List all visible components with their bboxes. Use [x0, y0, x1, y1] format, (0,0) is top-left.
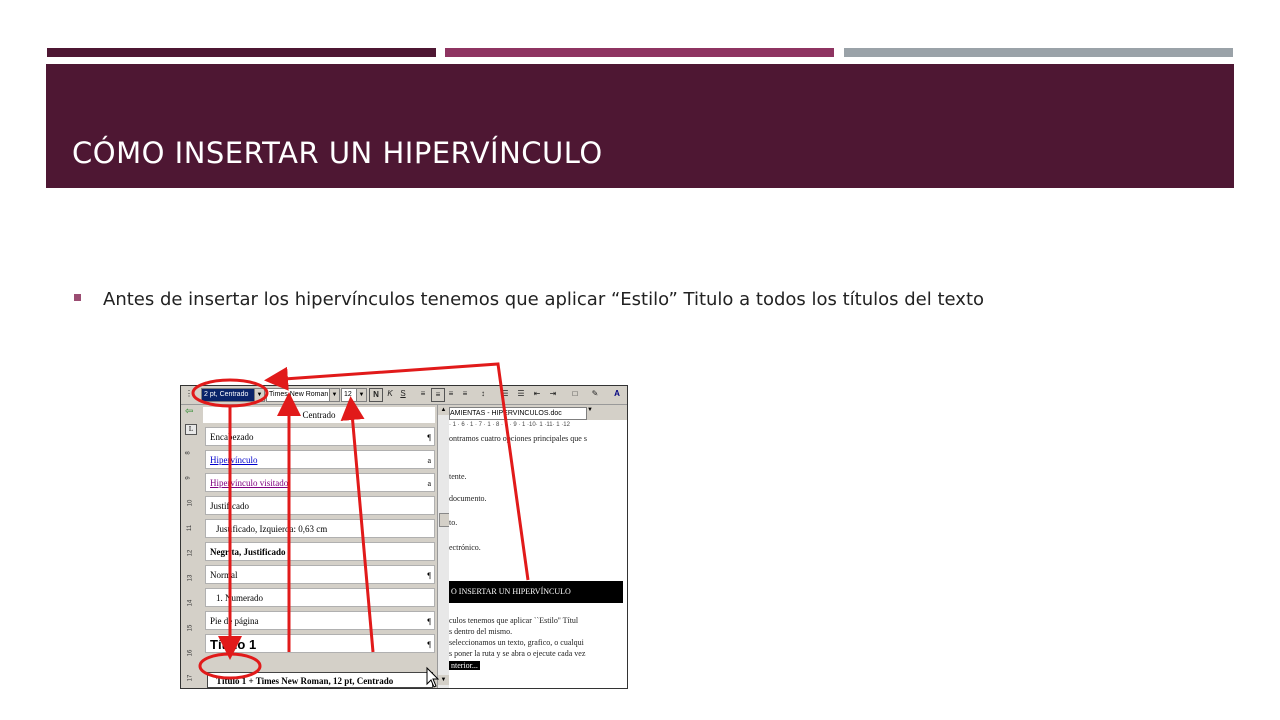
style-selected-row[interactable]: Título 1 + Times New Roman, 12 pt, Centr… [207, 672, 433, 688]
style-type-icon: a [427, 456, 431, 465]
scroll-down-icon[interactable]: ▼ [438, 675, 449, 685]
doc-line: tente. [449, 472, 467, 481]
ruler-number: 16 [187, 649, 194, 657]
doc-line: documento. [449, 494, 487, 503]
style-item-label: Título 1 [210, 637, 257, 652]
style-type-icon: ¶ [427, 640, 431, 649]
style-list-item[interactable]: Normal ¶ [205, 565, 435, 584]
bullet-item: Antes de insertar los hipervínculos tene… [74, 289, 984, 310]
bullet-icon [74, 293, 81, 301]
doc-line: s dentro del mismo. [449, 627, 513, 636]
style-type-icon: a [427, 479, 431, 488]
doc-line: culos tenemos que aplicar ``Estilo'' Tít… [449, 616, 579, 625]
ruler-number: 10 [187, 499, 194, 507]
doc-line: ectrónico. [449, 543, 481, 552]
style-list-item[interactable]: Hipervínculo a [205, 450, 435, 469]
scroll-up-icon[interactable]: ▲ [438, 405, 449, 415]
style-list-scrollbar[interactable]: ▲ ▼ [437, 405, 450, 688]
style-dropdown-list[interactable]: Centrado Encabezado ¶ Hipervínculo a Hiperví… [203, 405, 438, 688]
style-item-label: Encabezado [210, 432, 254, 442]
ruler-number: 12 [187, 549, 194, 557]
style-list-item[interactable]: Justificado, Izquierda: 0,63 cm [205, 519, 435, 538]
style-item-label: Hipervínculo visitado [210, 478, 289, 488]
style-type-icon: ¶ [427, 433, 431, 442]
line-spacing-icon[interactable]: ↕ [477, 388, 489, 400]
slide-title: CÓMO INSERTAR UN HIPERVÍNCULO [72, 136, 603, 170]
document-area: · 1 · 6 · 1 · 7 · 1 · 8 · 1 · 9 · 1 ·10·… [449, 420, 627, 688]
increase-indent-icon[interactable]: ⇥ [547, 388, 559, 400]
accent-bar-1 [47, 48, 436, 57]
border-icon[interactable]: □ [569, 388, 581, 400]
doc-heading: O INSERTAR UN HIPERVÍNCULO [449, 581, 623, 603]
formatting-toolbar: ⋮ 2 pt, Centrado ▼ Times New Roman ▼ 12 … [181, 386, 627, 405]
style-list-header[interactable]: Centrado [203, 407, 435, 423]
style-type-icon: ¶ [427, 571, 431, 580]
decrease-indent-icon[interactable]: ⇤ [531, 388, 543, 400]
size-dropdown-icon[interactable]: ▼ [356, 388, 367, 402]
ruler-number: 14 [187, 599, 194, 607]
font-color-icon[interactable]: A [611, 388, 623, 400]
ruler-number: 17 [187, 674, 194, 682]
style-item-label: 1. Numerado [216, 593, 263, 603]
style-list-item[interactable]: Negrita, Justificado [205, 542, 435, 561]
align-right-icon[interactable]: ≡ [445, 388, 457, 400]
style-dropdown-icon[interactable]: ▼ [254, 388, 265, 402]
highlight-icon[interactable]: ✎ [589, 388, 601, 400]
style-item-label: Normal [210, 570, 238, 580]
bullet-text: Antes de insertar los hipervínculos tene… [103, 289, 985, 310]
accent-bar-2 [445, 48, 834, 57]
style-type-icon: ¶ [427, 617, 431, 626]
style-item-label: Justificado, Izquierda: 0,63 cm [216, 524, 328, 534]
doc-line: s poner la ruta y se abra o ejecute cada… [449, 649, 586, 658]
ruler-number: 13 [187, 574, 194, 582]
toolbar-grip-icon: ⋮ [185, 389, 193, 398]
title-band: CÓMO INSERTAR UN HIPERVÍNCULO [46, 64, 1234, 188]
style-combo[interactable]: 2 pt, Centrado [201, 388, 255, 402]
style-list-item[interactable]: Encabezado ¶ [205, 427, 435, 446]
underline-button[interactable]: S [397, 388, 409, 400]
bold-button[interactable]: N [369, 388, 383, 402]
bullets-icon[interactable]: ☰ [515, 388, 527, 400]
doc-line: nterior... [449, 661, 480, 670]
vertical-ruler: L 8 9 10 11 12 13 14 15 16 17 [181, 420, 204, 688]
italic-button[interactable]: K [384, 388, 396, 400]
address-dropdown-icon[interactable]: ▼ [587, 407, 593, 413]
style-list-item[interactable]: Hipervínculo visitado a [205, 473, 435, 492]
style-item-label: Hipervínculo [210, 455, 258, 465]
document-address[interactable]: AMIENTAS - HIPERVINCULOS.doc [449, 407, 587, 420]
style-list-item[interactable]: Título 1 ¶ [205, 634, 435, 653]
numbering-icon[interactable]: ☰ [499, 388, 511, 400]
style-item-label: Justificado [210, 501, 249, 511]
doc-line: ontramos cuatro opciones principales que… [449, 434, 587, 443]
justify-icon[interactable]: ≡ [459, 388, 471, 400]
ruler-number: 8 [185, 451, 192, 455]
back-arrow-icon[interactable]: ⇦ [185, 406, 193, 417]
ruler-number: 15 [187, 624, 194, 632]
style-list-item[interactable]: Justificado [205, 496, 435, 515]
font-combo[interactable]: Times New Roman [266, 388, 332, 402]
style-list-item[interactable]: 1. Numerado [205, 588, 435, 607]
word-screenshot: ⋮ 2 pt, Centrado ▼ Times New Roman ▼ 12 … [180, 385, 628, 689]
horizontal-ruler: · 1 · 6 · 1 · 7 · 1 · 8 · 1 · 9 · 1 ·10·… [449, 422, 570, 428]
style-item-label: Pie de página [210, 616, 259, 626]
align-left-icon[interactable]: ≡ [417, 388, 429, 400]
font-dropdown-icon[interactable]: ▼ [329, 388, 340, 402]
accent-bar-3 [844, 48, 1233, 57]
align-center-icon[interactable]: ≡ [431, 388, 445, 402]
doc-line: seleccionamos un texto, grafico, o cualq… [449, 638, 584, 647]
ruler-corner-icon: L [185, 424, 197, 435]
doc-line: to. [449, 518, 458, 527]
style-item-label: Negrita, Justificado [210, 547, 286, 557]
style-list-item[interactable]: Pie de página ¶ [205, 611, 435, 630]
ruler-number: 9 [185, 476, 192, 480]
ruler-number: 11 [187, 524, 194, 532]
